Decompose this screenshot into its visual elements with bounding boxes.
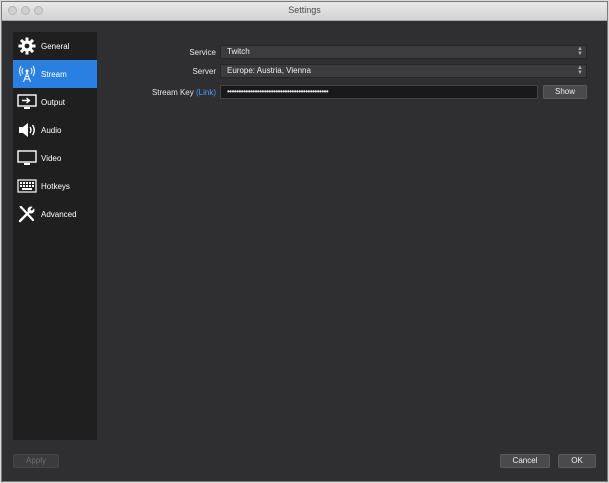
stream-key-label-group: Stream Key (Link) bbox=[152, 88, 216, 97]
sidebar-item-label: Stream bbox=[41, 69, 67, 79]
sidebar-item-audio[interactable]: Audio bbox=[13, 116, 97, 144]
server-row: Server Europe: Austria, Vienna ▲ ▼ bbox=[97, 64, 607, 80]
server-label: Server bbox=[192, 67, 216, 76]
sidebar-item-label: General bbox=[41, 41, 70, 51]
sidebar-item-stream[interactable]: Stream bbox=[13, 60, 97, 88]
cancel-button[interactable]: Cancel bbox=[500, 454, 550, 468]
select-arrows-icon: ▲ ▼ bbox=[577, 46, 583, 57]
select-arrows-icon: ▲ ▼ bbox=[577, 65, 583, 76]
stream-key-input[interactable]: ••••••••••••••••••••••••••••••••••••••••… bbox=[220, 85, 538, 99]
sidebar-item-advanced[interactable]: Advanced bbox=[13, 200, 97, 228]
show-key-button[interactable]: Show bbox=[543, 85, 587, 99]
service-row: Service Twitch ▲ ▼ bbox=[97, 45, 607, 61]
stream-key-label: Stream Key bbox=[151, 88, 194, 97]
sidebar-item-label: Hotkeys bbox=[41, 181, 70, 191]
speaker-icon bbox=[16, 120, 38, 140]
sidebar-item-general[interactable]: General bbox=[13, 32, 97, 60]
service-label: Service bbox=[189, 48, 216, 57]
window-title: Settings bbox=[288, 5, 321, 15]
ok-button[interactable]: OK bbox=[558, 454, 596, 468]
settings-sidebar: General Stream Output Audio Video Hotkey… bbox=[13, 32, 97, 440]
server-select[interactable]: Europe: Austria, Vienna ▲ ▼ bbox=[220, 64, 587, 78]
output-monitor-icon bbox=[16, 92, 38, 112]
sidebar-item-label: Advanced bbox=[41, 209, 77, 219]
stream-key-link[interactable]: (Link) bbox=[196, 88, 216, 97]
title-bar: Settings bbox=[2, 2, 607, 21]
sidebar-item-label: Output bbox=[41, 97, 66, 107]
apply-button[interactable]: Apply bbox=[13, 454, 59, 468]
service-value: Twitch bbox=[227, 47, 250, 56]
keyboard-icon bbox=[16, 176, 38, 196]
sidebar-item-label: Audio bbox=[41, 125, 62, 135]
sidebar-item-hotkeys[interactable]: Hotkeys bbox=[13, 172, 97, 200]
settings-window: Settings General Stream Output Audio Vid… bbox=[1, 1, 608, 482]
gear-icon bbox=[16, 36, 38, 56]
sidebar-item-output[interactable]: Output bbox=[13, 88, 97, 116]
stream-settings-panel: Service Twitch ▲ ▼ Server Europe: Austria… bbox=[97, 32, 607, 441]
broadcast-antenna-icon bbox=[16, 64, 38, 84]
sidebar-item-video[interactable]: Video bbox=[13, 144, 97, 172]
stream-key-row: Stream Key (Link) ••••••••••••••••••••••… bbox=[97, 85, 607, 101]
monitor-icon bbox=[16, 148, 38, 168]
service-select[interactable]: Twitch ▲ ▼ bbox=[220, 45, 587, 59]
server-value: Europe: Austria, Vienna bbox=[227, 66, 311, 75]
sidebar-item-label: Video bbox=[41, 153, 62, 163]
wrench-screwdriver-icon bbox=[16, 204, 38, 224]
